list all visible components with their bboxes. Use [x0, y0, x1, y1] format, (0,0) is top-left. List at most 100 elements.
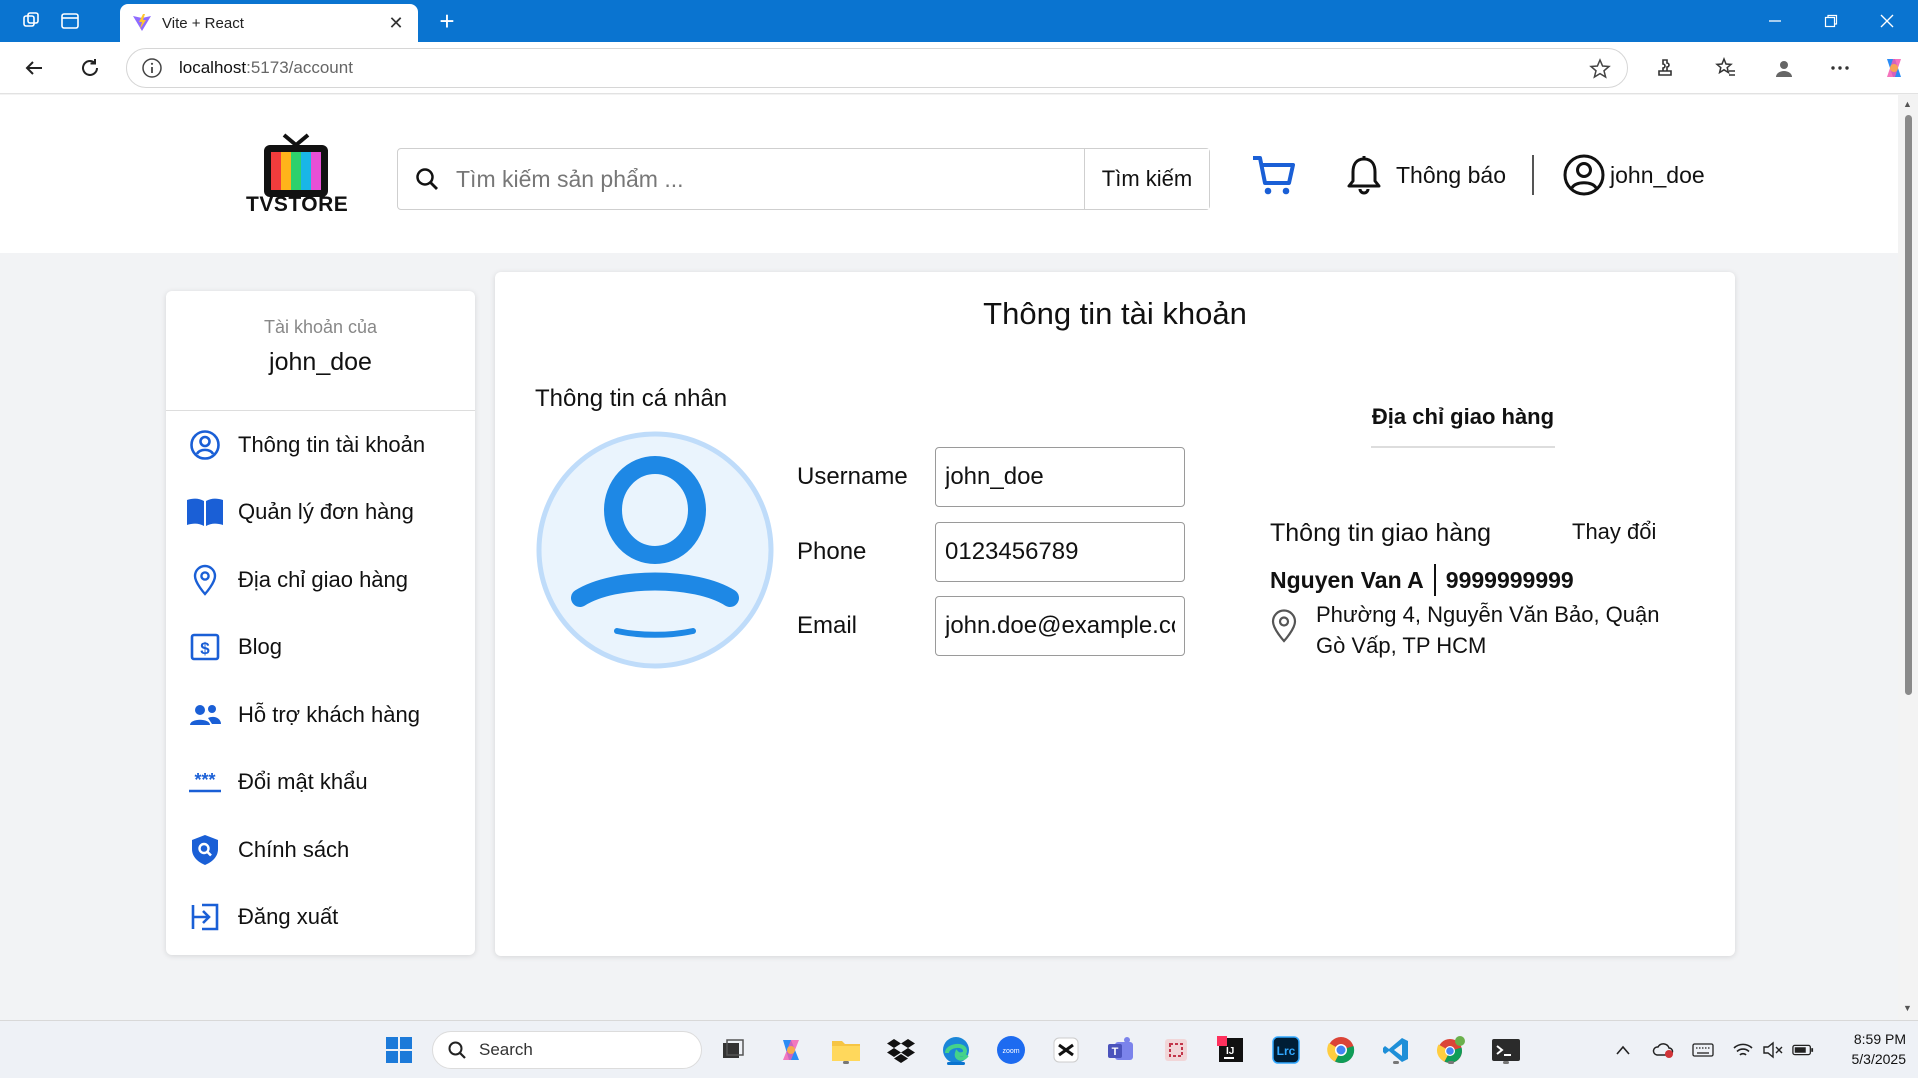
header-divider — [1532, 155, 1534, 195]
zoom-icon[interactable]: zoom — [994, 1033, 1028, 1067]
tab-title: Vite + React — [162, 14, 244, 32]
shipping-address: Phường 4, Nguyễn Văn Bảo, Quận Gò Vấp, T… — [1270, 599, 1666, 661]
favorite-star-icon[interactable] — [1589, 58, 1611, 80]
windows-taskbar: Search zoom T IJ Lrc 8:59 PM 5/3/2025 — [0, 1020, 1918, 1078]
restore-icon[interactable] — [1803, 0, 1859, 42]
new-tab-button[interactable]: + — [432, 6, 462, 36]
workspaces-icon[interactable] — [20, 9, 44, 33]
location-pin-icon — [186, 564, 224, 596]
back-icon[interactable] — [18, 52, 50, 84]
site-info-icon[interactable] — [141, 57, 163, 79]
active-indicator — [947, 1062, 965, 1065]
username-label: Username — [797, 463, 908, 490]
clock-date: 5/3/2025 — [1851, 1051, 1907, 1067]
taskbar-search[interactable]: Search — [432, 1031, 702, 1069]
dropbox-icon[interactable] — [884, 1033, 918, 1067]
system-clock[interactable]: 8:59 PM 5/3/2025 — [1832, 1029, 1907, 1069]
address-text: Phường 4, Nguyễn Văn Bảo, Quận Gò Vấp, T… — [1316, 602, 1660, 658]
change-address-link[interactable]: Thay đổi — [1572, 519, 1656, 545]
avatar-icon[interactable] — [535, 430, 775, 670]
edge-browser-icon[interactable] — [939, 1033, 973, 1067]
clock-time: 8:59 PM — [1853, 1031, 1906, 1047]
refresh-icon[interactable] — [74, 52, 106, 84]
sidebar-item-label: Chính sách — [238, 836, 350, 862]
chrome-profile-icon[interactable] — [1434, 1033, 1468, 1067]
sidebar-item-blog[interactable]: $ Blog — [166, 614, 475, 682]
teams-icon[interactable]: T — [1104, 1033, 1138, 1067]
speaker-muted-icon[interactable] — [1762, 1039, 1784, 1061]
sidebar-item-label: Đổi mật khẩu — [238, 769, 368, 795]
name-phone-divider — [1433, 564, 1436, 596]
email-label: Email — [797, 612, 858, 639]
user-menu[interactable]: john_doe — [1562, 151, 1705, 199]
url-path: :5173/account — [246, 58, 353, 77]
notifications-label: Thông báo — [1396, 161, 1506, 188]
copilot-icon[interactable] — [1878, 52, 1910, 84]
search-icon — [448, 1041, 466, 1059]
password-icon: *** — [186, 766, 224, 798]
sidebar-item-logout[interactable]: Đăng xuất — [166, 884, 475, 952]
shield-search-icon — [186, 834, 224, 866]
url-host: localhost — [179, 58, 247, 77]
book-icon — [186, 496, 224, 528]
windows-start-icon[interactable] — [382, 1033, 416, 1067]
taskbar-search-label: Search — [479, 1040, 533, 1059]
phone-label: Phone — [797, 538, 867, 565]
phone-field[interactable] — [935, 522, 1185, 582]
lightroom-classic-icon[interactable]: Lrc — [1269, 1033, 1303, 1067]
sidebar-item-label: Đăng xuất — [238, 904, 339, 930]
snipping-tool-icon[interactable] — [1159, 1033, 1193, 1067]
sidebar-item-orders[interactable]: Quản lý đơn hàng — [166, 479, 475, 547]
task-view-icon[interactable] — [716, 1033, 750, 1067]
sidebar-item-support[interactable]: Hỗ trợ khách hàng — [166, 681, 475, 749]
account-sidebar: Tài khoản của john_doe Thông tin tài kho… — [166, 291, 475, 955]
search-button[interactable]: Tìm kiếm — [1084, 149, 1209, 209]
keyboard-icon[interactable] — [1692, 1039, 1714, 1061]
phone-row: Phone — [797, 522, 1185, 582]
recipient-name: Nguyen Van A — [1270, 566, 1424, 593]
chrome-icon[interactable] — [1324, 1033, 1358, 1067]
favorites-icon[interactable] — [1710, 52, 1742, 84]
wifi-icon[interactable] — [1732, 1039, 1754, 1061]
onedrive-status-icon[interactable] — [1652, 1039, 1674, 1061]
capcut-icon[interactable] — [1049, 1033, 1083, 1067]
page-scrollbar[interactable]: ▲ ▼ — [1898, 95, 1918, 1020]
tab-actions-icon[interactable] — [58, 9, 82, 33]
svg-text:IJ: IJ — [1226, 1046, 1234, 1057]
email-field[interactable] — [935, 596, 1185, 656]
sidebar-item-policy[interactable]: Chính sách — [166, 816, 475, 884]
extensions-icon[interactable] — [1650, 52, 1682, 84]
cart-icon[interactable] — [1250, 151, 1298, 199]
tray-overflow-icon[interactable] — [1612, 1039, 1634, 1061]
close-window-icon[interactable] — [1859, 0, 1915, 42]
header-username: john_doe — [1610, 161, 1705, 188]
notifications-button[interactable]: Thông báo — [1344, 151, 1506, 199]
username-field[interactable] — [935, 447, 1185, 507]
sidebar-item-label: Hỗ trợ khách hàng — [238, 701, 420, 727]
bell-icon — [1347, 156, 1381, 195]
terminal-icon[interactable] — [1489, 1033, 1523, 1067]
location-pin-icon — [1270, 599, 1304, 661]
tab-close-icon[interactable]: ✕ — [386, 13, 406, 34]
file-explorer-icon[interactable] — [829, 1033, 863, 1067]
sidebar-item-shipping-address[interactable]: Địa chỉ giao hàng — [166, 546, 475, 614]
more-options-icon[interactable] — [1824, 52, 1856, 84]
search-input[interactable] — [456, 149, 1084, 209]
intellij-icon[interactable]: IJ — [1214, 1033, 1248, 1067]
battery-icon[interactable] — [1792, 1039, 1814, 1061]
scroll-up-icon[interactable]: ▲ — [1903, 99, 1913, 109]
svg-text:T: T — [1112, 1046, 1119, 1058]
vscode-icon[interactable] — [1379, 1033, 1413, 1067]
address-bar[interactable]: localhost:5173/account — [126, 48, 1628, 88]
shipping-info-title: Thông tin giao hàng — [1270, 519, 1492, 547]
scrollbar-thumb[interactable] — [1905, 115, 1912, 695]
minimize-icon[interactable] — [1747, 0, 1803, 42]
tab-shipping-address[interactable]: Địa chỉ giao hàng — [1371, 404, 1555, 448]
sidebar-item-change-password[interactable]: *** Đổi mật khẩu — [166, 749, 475, 817]
running-indicator — [1448, 1061, 1454, 1064]
scroll-down-icon[interactable]: ▼ — [1903, 1003, 1913, 1013]
browser-tab-active[interactable]: Vite + React ✕ — [120, 4, 418, 42]
sidebar-item-account-info[interactable]: Thông tin tài khoản — [166, 411, 475, 479]
profile-icon[interactable] — [1768, 52, 1800, 84]
copilot-app-icon[interactable] — [774, 1033, 808, 1067]
